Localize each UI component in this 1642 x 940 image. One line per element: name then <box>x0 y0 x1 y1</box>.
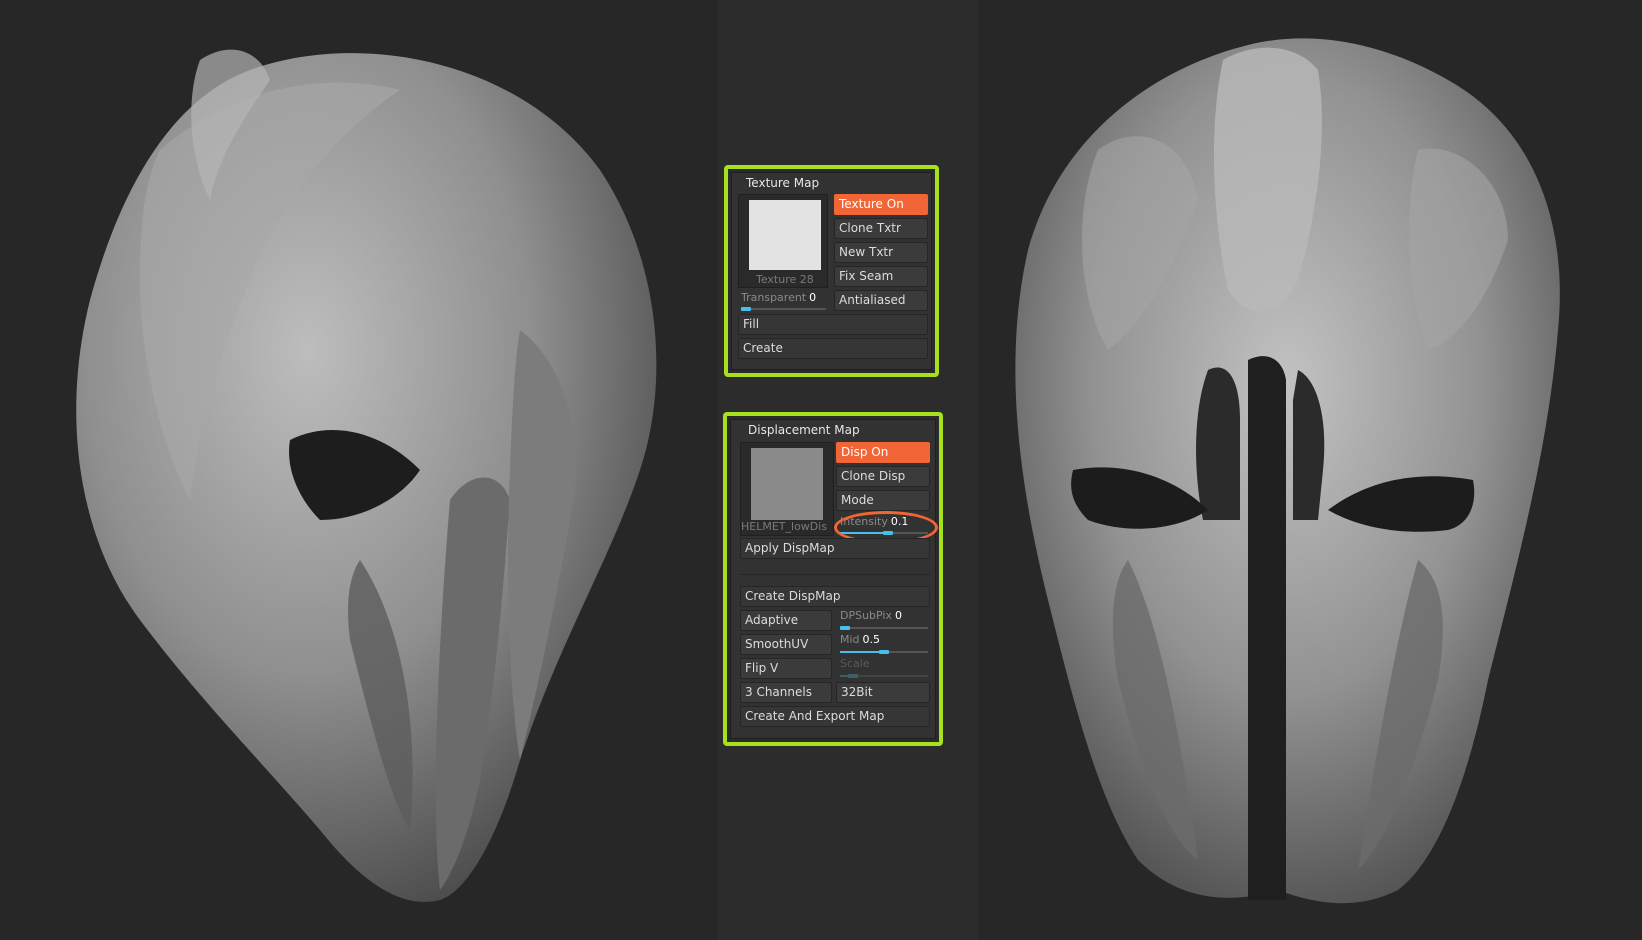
create-texture-button[interactable]: Create <box>738 338 928 359</box>
fix-seam-button[interactable]: Fix Seam <box>834 266 928 287</box>
3-channels-button[interactable]: 3 Channels <box>740 682 832 703</box>
antialiased-button[interactable]: Antialiased <box>834 290 928 311</box>
mid-label: Mid <box>840 633 860 646</box>
transparent-slider-label: Transparent 0 <box>741 291 816 304</box>
clone-txtr-button[interactable]: Clone Txtr <box>834 218 928 239</box>
viewport-right[interactable] <box>978 0 1642 940</box>
disp-on-button[interactable]: Disp On <box>836 442 930 463</box>
adaptive-button[interactable]: Adaptive <box>740 610 832 631</box>
texture-map-title: Texture Map <box>746 176 820 190</box>
fill-button[interactable]: Fill <box>738 314 928 335</box>
displacement-map-title: Displacement Map <box>748 423 860 437</box>
flip-v-button[interactable]: Flip V <box>740 658 832 679</box>
viewport-left[interactable] <box>0 0 718 940</box>
create-dispmap-button[interactable]: Create DispMap <box>740 586 930 607</box>
mid-slider[interactable] <box>840 650 928 654</box>
apply-dispmap-button[interactable]: Apply DispMap <box>740 538 930 559</box>
scale-slider[interactable] <box>840 674 928 678</box>
mid-slider-knob[interactable] <box>879 650 889 654</box>
dpsubpix-slider-label: DPSubPix 0 <box>840 609 902 622</box>
dpsubpix-slider-knob[interactable] <box>840 626 850 630</box>
create-and-export-map-button[interactable]: Create And Export Map <box>740 706 930 727</box>
transparent-label: Transparent <box>741 291 807 304</box>
mid-slider-label: Mid 0.5 <box>840 633 880 646</box>
section-divider <box>740 574 930 575</box>
displacement-preview-image <box>751 448 823 520</box>
new-txtr-button[interactable]: New Txtr <box>834 242 928 263</box>
scale-slider-knob[interactable] <box>848 674 859 678</box>
transparent-slider[interactable] <box>741 307 826 311</box>
mid-value: 0.5 <box>862 633 881 646</box>
helmet-sculpt-three-quarter-view <box>76 49 657 902</box>
displacement-thumb-label: HELMET_lowDis <box>741 520 828 533</box>
dpsubpix-label: DPSubPix <box>840 609 892 622</box>
dpsubpix-value: 0 <box>895 609 902 622</box>
texture-on-button[interactable]: Texture On <box>834 194 928 215</box>
scale-slider-label: Scale <box>840 657 870 670</box>
mode-button[interactable]: Mode <box>836 490 930 511</box>
texture-thumb-label: Texture 28 <box>756 273 814 286</box>
smoothuv-button[interactable]: SmoothUV <box>740 634 832 655</box>
clone-disp-button[interactable]: Clone Disp <box>836 466 930 487</box>
texture-preview-image <box>749 200 821 270</box>
transparent-value: 0 <box>809 291 817 304</box>
32bit-button[interactable]: 32Bit <box>836 682 930 703</box>
dpsubpix-slider[interactable] <box>840 626 928 630</box>
transparent-slider-knob[interactable] <box>741 307 751 311</box>
mid-slider-fill <box>840 651 884 653</box>
helmet-sculpt-front-view <box>1015 38 1560 904</box>
